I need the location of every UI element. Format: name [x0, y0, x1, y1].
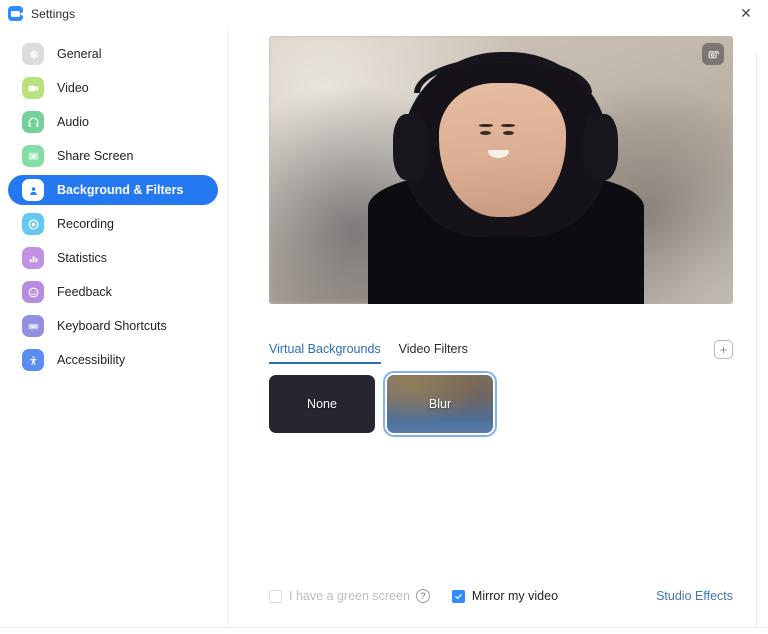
camera-glyph [11, 10, 23, 17]
person-frame-icon [22, 179, 44, 201]
eye-right [502, 130, 515, 136]
person-face [439, 82, 567, 217]
accessibility-icon [22, 349, 44, 371]
sidebar-item-label: Share Screen [57, 149, 134, 163]
sidebar-item-label: Accessibility [57, 353, 126, 367]
green-screen-checkbox[interactable] [269, 589, 282, 603]
eyebrow-left [478, 124, 493, 127]
sidebar-item-label: Keyboard Shortcuts [57, 319, 167, 333]
window-bottom-edge [0, 627, 768, 634]
sidebar-item-label: Recording [57, 217, 114, 231]
headphone-cup-left [393, 113, 428, 181]
plus-icon[interactable]: + [714, 340, 733, 359]
settings-window: Settings ✕ General Video Audio Share Scr… [0, 0, 768, 634]
sidebar-item-label: Video [57, 81, 89, 95]
background-filters-panel: Virtual Backgrounds Video Filters + None… [228, 27, 768, 628]
background-option-blur[interactable]: Blur [387, 375, 493, 433]
sidebar-item-label: Feedback [57, 285, 112, 299]
zoom-logo-icon [8, 6, 23, 21]
preview-person [362, 47, 650, 304]
sidebar-item-label: Background & Filters [57, 183, 184, 197]
bottom-controls: I have a green screen ? Mirror my video … [269, 586, 733, 606]
studio-effects-link[interactable]: Studio Effects [656, 589, 733, 603]
thumbnail-label: None [307, 397, 337, 411]
sidebar-item-share-screen[interactable]: Share Screen [8, 141, 218, 171]
panel-tabs: Virtual Backgrounds Video Filters + [269, 340, 733, 370]
title-bar: Settings ✕ [0, 0, 768, 28]
sidebar-item-label: Audio [57, 115, 89, 129]
share-screen-icon [22, 145, 44, 167]
tab-video-filters[interactable]: Video Filters [399, 342, 468, 364]
sidebar-item-label: General [57, 47, 102, 61]
headphones-icon [22, 111, 44, 133]
sidebar-item-accessibility[interactable]: Accessibility [8, 345, 218, 375]
sidebar-item-background-and-filters[interactable]: Background & Filters [8, 175, 218, 205]
tab-virtual-backgrounds[interactable]: Virtual Backgrounds [269, 342, 381, 364]
gear-icon [22, 43, 44, 65]
sidebar-item-feedback[interactable]: Feedback [8, 277, 218, 307]
sidebar-item-audio[interactable]: Audio [8, 107, 218, 137]
window-title: Settings [31, 6, 76, 21]
sidebar-item-general[interactable]: General [8, 39, 218, 69]
sidebar-item-label: Statistics [57, 251, 108, 265]
eyebrow-right [501, 124, 516, 127]
headphones-band [413, 57, 592, 94]
smile [487, 149, 510, 158]
record-circle-icon [22, 213, 44, 235]
panel-scroll-edge[interactable] [756, 54, 757, 634]
background-option-none[interactable]: None [269, 375, 375, 433]
question-mark-icon[interactable]: ? [415, 589, 430, 603]
mirror-video-option[interactable]: Mirror my video [451, 589, 559, 603]
close-icon[interactable]: ✕ [724, 0, 768, 26]
smiley-icon [22, 281, 44, 303]
background-thumbnail-grid: None Blur [269, 375, 501, 433]
sidebar-item-recording[interactable]: Recording [8, 209, 218, 239]
video-camera-icon [22, 77, 44, 99]
green-screen-option[interactable]: I have a green screen ? [269, 589, 430, 603]
bar-chart-icon [22, 247, 44, 269]
thumbnail-label: Blur [428, 397, 452, 411]
sidebar-item-video[interactable]: Video [8, 73, 218, 103]
mirror-video-label: Mirror my video [471, 589, 559, 603]
sidebar-item-statistics[interactable]: Statistics [8, 243, 218, 273]
keyboard-icon [22, 315, 44, 337]
headphone-cup-right [583, 113, 618, 181]
video-preview [269, 36, 733, 304]
eye-left [479, 130, 492, 136]
camera-snapshot-icon[interactable] [702, 43, 724, 65]
content-area: General Video Audio Share Screen Backgro… [0, 27, 768, 634]
sidebar-item-keyboard-shortcuts[interactable]: Keyboard Shortcuts [8, 311, 218, 341]
settings-sidebar: General Video Audio Share Screen Backgro… [0, 27, 228, 628]
green-screen-label: I have a green screen [289, 589, 410, 603]
mirror-video-checkbox[interactable] [451, 589, 465, 603]
